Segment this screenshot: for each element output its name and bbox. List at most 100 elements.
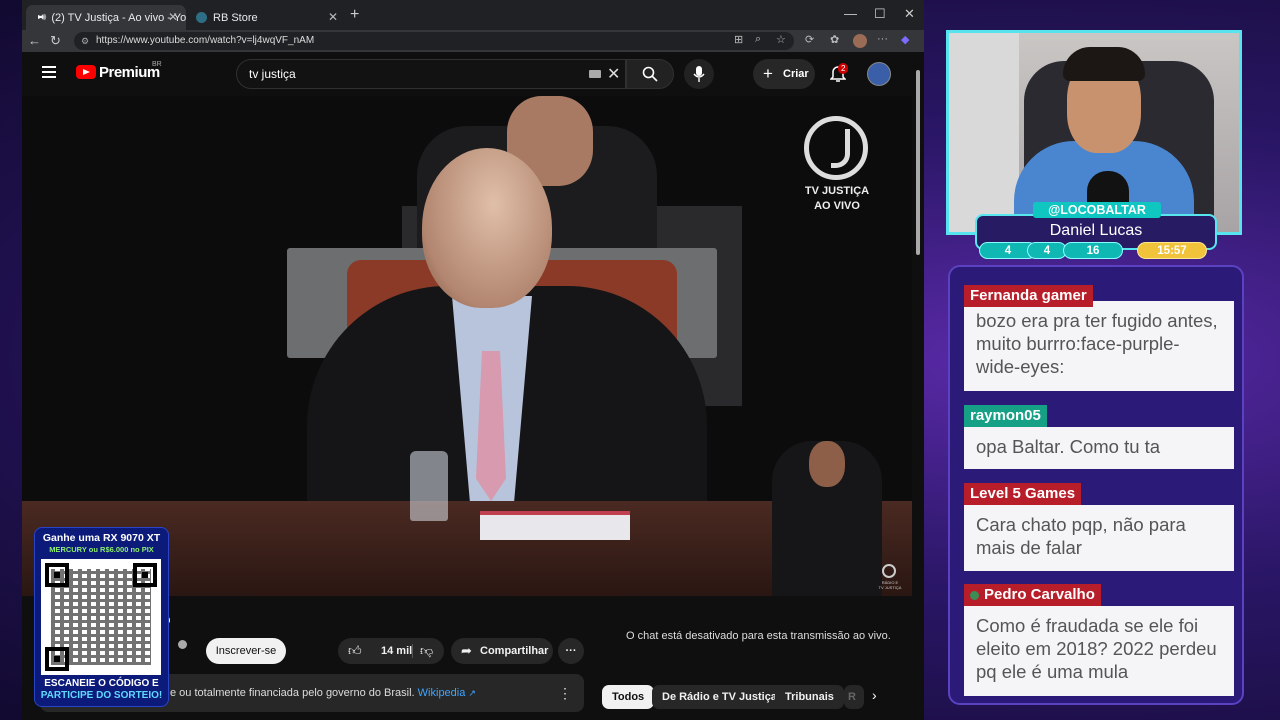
chips-next-icon[interactable]: › — [872, 687, 877, 703]
address-bar-row: ← ↻ ⚙︎ https://www.youtube.com/watch?v=l… — [22, 30, 924, 52]
url-field[interactable]: ⚙︎ https://www.youtube.com/watch?v=lj4wq… — [74, 32, 794, 50]
search-input[interactable]: tv justiça — [249, 67, 296, 81]
chat-username: raymon05 — [964, 405, 1047, 427]
share-label: Compartilhar — [480, 645, 549, 657]
streamer-handle: @LOCOBALTAR — [1033, 202, 1161, 218]
qr-finder — [133, 563, 157, 587]
chat-text: Cara chato pqp, não para mais de falar — [964, 505, 1234, 571]
tv-justica-logo-icon — [804, 116, 868, 180]
chat-text: Como é fraudada se ele foi eleito em 201… — [964, 606, 1234, 696]
chat-username: Pedro Carvalho — [984, 586, 1095, 603]
tab-rb-store[interactable]: RB Store ✕ — [188, 5, 346, 30]
close-tab-icon[interactable]: ✕ — [328, 10, 338, 24]
tab-bar: 🔊︎ (2) TV Justiça - Ao vivo - You ✕ RB S… — [22, 0, 924, 30]
qr-subline: MERCURY ou R$6.000 no PIX — [49, 545, 154, 554]
qr-finder — [45, 647, 69, 671]
voice-search-button[interactable] — [684, 59, 714, 89]
share-button[interactable]: ➦ Compartilhar — [451, 638, 553, 664]
user-badge-icon — [970, 590, 979, 600]
youtube-logo-icon[interactable] — [76, 65, 96, 79]
scrollbar-thumb[interactable] — [916, 70, 920, 255]
search-box[interactable]: tv justiça ✕ — [236, 59, 626, 89]
more-menu-icon[interactable]: ··· — [877, 33, 888, 45]
favorite-star-icon[interactable]: ☆ — [776, 33, 786, 46]
youtube-premium-logo[interactable]: Premium — [99, 64, 160, 81]
like-dislike-group[interactable]: 👍︎ 14 mil 👎︎ — [338, 638, 444, 664]
region-code: BR — [152, 61, 162, 68]
close-tab-icon[interactable]: ✕ — [168, 10, 178, 24]
close-window-icon[interactable]: ✕ — [904, 6, 915, 22]
stream-stats: 4 4 16 15:57 — [975, 242, 1237, 260]
new-tab-icon[interactable]: + — [350, 6, 359, 24]
tab-title: (2) TV Justiça - Ao vivo - You — [51, 11, 186, 24]
streamer-hair — [1063, 47, 1145, 81]
create-label: Criar — [783, 68, 809, 80]
clear-search-icon[interactable]: ✕ — [607, 64, 620, 84]
stat-2: 4 — [1027, 242, 1067, 259]
like-count: 14 mil — [381, 645, 413, 657]
site-info-icon[interactable]: ⚙︎ — [81, 32, 89, 50]
thumbs-up-icon[interactable]: 👍︎ — [348, 638, 362, 664]
microphone-icon — [693, 66, 705, 82]
maximize-icon[interactable]: ☐ — [874, 6, 886, 22]
youtube-header: Premium BR tv justiça ✕ + Criar 2 — [22, 52, 924, 96]
giveaway-qr-overlay: Ganhe uma RX 9070 XT MERCURY ou R$6.000 … — [34, 527, 169, 707]
tab-title: RB Store — [213, 11, 258, 24]
streamer-name: Daniel Lucas — [1049, 222, 1143, 239]
qr-finder — [45, 563, 69, 587]
corner-logo-icon — [882, 564, 896, 578]
tv-watermark: TV JUSTIÇA AO VIVO — [792, 184, 882, 214]
subscribe-button[interactable]: Inscrever-se — [206, 638, 286, 664]
stream-time: 15:57 — [1137, 242, 1207, 259]
sign-language-interpreter-head — [809, 441, 845, 487]
qr-cta-line2: PARTICIPE DO SORTEIO! — [40, 690, 163, 701]
zoom-icon[interactable]: ⌕ — [755, 33, 761, 46]
chat-disabled-notice: O chat está desativado para esta transmi… — [626, 630, 891, 642]
corner-line2: TV JUSTIÇA — [878, 585, 902, 590]
chat-text: opa Baltar. Como tu ta — [964, 427, 1234, 469]
divider — [412, 644, 413, 658]
chip-partial[interactable]: R — [844, 685, 864, 709]
plus-icon: + — [763, 64, 773, 83]
create-button[interactable]: + Criar — [753, 59, 815, 89]
verified-icon — [178, 640, 187, 649]
share-icon: ➦ — [461, 643, 472, 658]
qr-headline: Ganhe uma RX 9070 XT — [42, 532, 161, 544]
search-button[interactable] — [626, 59, 674, 89]
watermark-line1: TV JUSTIÇA — [804, 185, 870, 197]
chip-tribunais[interactable]: Tribunais — [775, 685, 844, 709]
description-more-icon[interactable]: ⋮ — [558, 674, 572, 712]
video-bottle — [410, 451, 448, 521]
chat-username: Fernanda gamer — [964, 285, 1093, 307]
chat-overlay: bozo era pra ter fugido antes, muito bur… — [948, 265, 1244, 705]
keyboard-icon[interactable] — [589, 70, 601, 78]
edge-copilot-icon[interactable]: ◆ — [901, 33, 909, 46]
stat-3: 16 — [1063, 242, 1123, 259]
profile-avatar[interactable] — [853, 34, 867, 48]
video-notebook — [480, 511, 630, 540]
tab-youtube[interactable]: 🔊︎ (2) TV Justiça - Ao vivo - You ✕ — [26, 5, 186, 30]
wikipedia-link[interactable]: Wikipedia — [418, 687, 466, 699]
chat-text: bozo era pra ter fugido antes, muito bur… — [964, 301, 1234, 391]
extensions-icon[interactable]: ⟳ — [805, 33, 814, 46]
minimize-icon[interactable]: — — [844, 6, 857, 21]
chip-todos[interactable]: Todos — [602, 685, 655, 709]
qr-code — [41, 559, 161, 675]
chip-radio-tv-justica[interactable]: De Rádio e TV Justiça — [652, 685, 787, 709]
account-avatar[interactable] — [867, 62, 891, 86]
rb-store-favicon-icon — [196, 12, 207, 23]
more-actions-button[interactable]: ··· — [558, 638, 584, 664]
hamburger-menu-icon[interactable] — [42, 66, 56, 78]
reload-icon[interactable]: ↻ — [50, 33, 61, 49]
qr-cta-line1: ESCANEIE O CÓDIGO E — [44, 678, 159, 689]
chat-username-badge: Pedro Carvalho — [964, 584, 1101, 606]
apps-icon[interactable]: ⊞ — [734, 33, 743, 46]
external-link-icon: ↗ — [468, 688, 476, 698]
notification-count-badge: 2 — [838, 63, 849, 74]
back-arrow-icon[interactable]: ← — [28, 33, 41, 48]
description-text: e ou totalmente financiada pelo governo … — [170, 687, 415, 699]
video-speaker-head — [422, 148, 552, 308]
video-player[interactable]: TV JUSTIÇA AO VIVO RÁDIO E TV JUSTIÇA — [22, 96, 912, 596]
copilot-icon[interactable]: ✿ — [830, 33, 839, 46]
thumbs-down-icon[interactable]: 👎︎ — [420, 638, 433, 664]
